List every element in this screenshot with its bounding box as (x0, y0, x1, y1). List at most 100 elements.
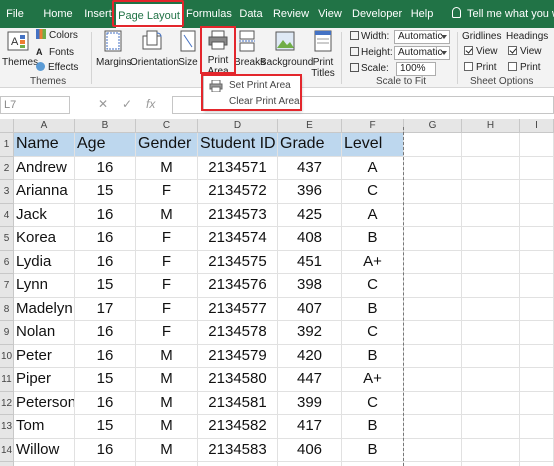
table-cell[interactable]: F (136, 274, 198, 298)
table-cell[interactable]: 2134573 (198, 203, 278, 227)
table-cell[interactable]: C (342, 391, 404, 415)
empty-cell[interactable] (520, 344, 554, 368)
table-cell[interactable]: C (342, 274, 404, 298)
row-header[interactable]: 15 (0, 462, 14, 466)
table-cell[interactable]: 2134580 (198, 368, 278, 392)
table-cell[interactable]: Lydia (14, 250, 75, 274)
table-cell[interactable]: Madelyn (14, 297, 75, 321)
column-header-a[interactable]: A (14, 119, 75, 133)
column-header-b[interactable]: B (75, 119, 136, 133)
margins-button[interactable]: Margins (96, 28, 132, 68)
row-header[interactable]: 5 (0, 227, 14, 251)
tab-file[interactable]: File (0, 0, 30, 28)
table-cell[interactable]: Andrew (14, 156, 75, 180)
empty-cell[interactable] (520, 227, 554, 251)
row-header[interactable]: 8 (0, 297, 14, 321)
empty-cell[interactable] (462, 274, 520, 298)
empty-cell[interactable] (404, 391, 462, 415)
table-cell[interactable]: F (136, 321, 198, 345)
column-header-g[interactable]: G (404, 119, 462, 133)
table-cell[interactable]: Lynn (14, 274, 75, 298)
table-cell[interactable]: 2134576 (198, 274, 278, 298)
table-cell[interactable]: F (136, 250, 198, 274)
empty-cell[interactable] (520, 462, 554, 466)
table-cell[interactable]: 420 (278, 462, 342, 466)
row-header[interactable]: 7 (0, 274, 14, 298)
empty-cell[interactable] (462, 368, 520, 392)
table-cell[interactable]: 2134574 (198, 227, 278, 251)
empty-cell[interactable] (462, 250, 520, 274)
row-header[interactable]: 10 (0, 344, 14, 368)
column-header-f[interactable]: F (342, 119, 404, 133)
table-cell[interactable]: 15 (75, 274, 136, 298)
empty-cell[interactable] (462, 391, 520, 415)
empty-cell[interactable] (462, 344, 520, 368)
table-cell[interactable]: 15 (75, 180, 136, 204)
table-cell[interactable]: 16 (75, 391, 136, 415)
table-cell[interactable]: F (136, 180, 198, 204)
table-cell[interactable]: Jack (14, 203, 75, 227)
table-cell[interactable]: Arianna (14, 180, 75, 204)
empty-cell[interactable] (404, 438, 462, 462)
themes-button[interactable]: A Themes (2, 28, 38, 68)
fonts-button[interactable]: A Fonts (36, 45, 74, 59)
gridlines-view-checkbox[interactable]: View (464, 45, 498, 59)
empty-cell[interactable] (520, 438, 554, 462)
table-cell[interactable]: 2134575 (198, 250, 278, 274)
table-cell[interactable]: 420 (278, 344, 342, 368)
table-cell[interactable]: 16 (75, 250, 136, 274)
table-cell[interactable]: 408 (278, 227, 342, 251)
colors-button[interactable]: Colors (36, 29, 78, 43)
table-cell[interactable]: 16 (75, 227, 136, 251)
table-cell[interactable]: 2134583 (198, 438, 278, 462)
table-cell[interactable]: A (342, 156, 404, 180)
table-cell[interactable]: F (136, 297, 198, 321)
insert-function-icon[interactable]: fx (146, 97, 155, 111)
table-cell[interactable]: M (136, 415, 198, 439)
table-cell[interactable]: B (342, 415, 404, 439)
table-cell[interactable]: A+ (342, 368, 404, 392)
row-header[interactable]: 1 (0, 133, 14, 157)
table-cell[interactable]: 396 (278, 180, 342, 204)
empty-cell[interactable] (404, 344, 462, 368)
table-cell[interactable]: 451 (278, 250, 342, 274)
tab-formulas[interactable]: Formulas (186, 0, 232, 28)
row-header[interactable]: 4 (0, 203, 14, 227)
table-cell[interactable]: Peter (14, 344, 75, 368)
table-cell[interactable]: 16 (75, 438, 136, 462)
table-cell[interactable]: 16 (75, 203, 136, 227)
column-header-e[interactable]: E (278, 119, 342, 133)
table-cell[interactable]: 15 (75, 462, 136, 466)
row-header[interactable]: 13 (0, 415, 14, 439)
empty-cell[interactable] (520, 415, 554, 439)
empty-cell[interactable] (462, 297, 520, 321)
empty-cell[interactable] (520, 250, 554, 274)
table-cell[interactable]: 2134584 (198, 462, 278, 466)
table-cell[interactable]: B (342, 227, 404, 251)
table-cell[interactable]: 398 (278, 274, 342, 298)
tab-data[interactable]: Data (236, 0, 266, 28)
table-cell[interactable]: Nolan (14, 321, 75, 345)
empty-cell[interactable] (462, 227, 520, 251)
empty-cell[interactable] (520, 133, 554, 157)
empty-cell[interactable] (520, 180, 554, 204)
print-titles-button[interactable]: Print Titles (310, 28, 336, 79)
header-cell[interactable]: Age (75, 133, 136, 157)
tab-review[interactable]: Review (272, 0, 310, 28)
width-select[interactable]: Automatic (394, 30, 450, 44)
empty-cell[interactable] (404, 462, 462, 466)
orientation-button[interactable]: Orientation (130, 28, 179, 68)
empty-cell[interactable] (404, 415, 462, 439)
table-cell[interactable]: B (342, 462, 404, 466)
table-cell[interactable]: 15 (75, 368, 136, 392)
table-cell[interactable]: A (342, 203, 404, 227)
table-cell[interactable]: M (136, 203, 198, 227)
empty-cell[interactable] (462, 462, 520, 466)
column-header-i[interactable]: I (520, 119, 554, 133)
header-cell[interactable]: Name (14, 133, 75, 157)
table-cell[interactable]: 392 (278, 321, 342, 345)
height-select[interactable]: Automatic (394, 46, 450, 60)
empty-cell[interactable] (404, 250, 462, 274)
table-cell[interactable]: Peterson (14, 391, 75, 415)
empty-cell[interactable] (520, 274, 554, 298)
